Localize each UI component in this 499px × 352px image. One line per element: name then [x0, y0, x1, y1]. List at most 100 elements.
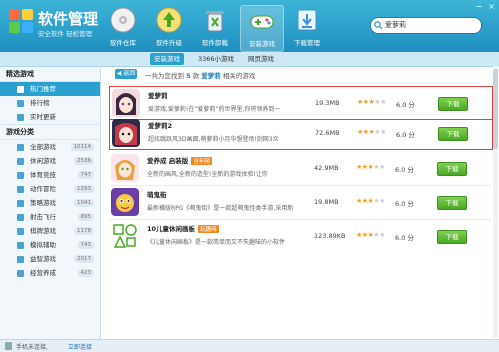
- sidebar-item-simulation[interactable]: 模拟辅助 743: [0, 238, 100, 252]
- app-desc: 《儿童休闲画板》是一款简单而又不失趣味的小软件: [147, 239, 286, 246]
- tab-3366-mini-games[interactable]: 3366小游戏: [194, 53, 238, 65]
- download-button[interactable]: 下载: [438, 127, 468, 141]
- toolbar-software-warehouse[interactable]: 软件仓库: [102, 5, 144, 50]
- toolbar-install-games[interactable]: 安装游戏: [240, 5, 284, 52]
- sidebar-item-puzzle[interactable]: 益智游戏 2017: [0, 252, 100, 266]
- software-uninstall-icon: [206, 11, 224, 32]
- toolbar-label: 下载管理: [294, 39, 320, 47]
- sidebar-item-hot[interactable]: 热门推荐: [0, 82, 100, 96]
- source-tag: 玩趣网: [198, 225, 219, 233]
- count-badge: 423: [77, 269, 94, 277]
- main-panel: ◀ 返回 一共为您找到 5 款 爱萝莉 相关的游戏 爱萝莉 爱游戏,爱萝莉!在“…: [101, 67, 499, 339]
- results-bar: ◀ 返回 一共为您找到 5 款 爱萝莉 相关的游戏: [101, 67, 499, 81]
- toolbar-label: 安装游戏: [249, 40, 275, 48]
- sidebar-item-management[interactable]: 经营养成 423: [0, 266, 100, 280]
- toolbar-download-manager[interactable]: 下载管理: [286, 5, 328, 50]
- sidebar-item-updates[interactable]: 实时更新: [0, 110, 100, 124]
- sidebar: 精选游戏 热门推荐 排行榜 实时更新 游戏分类 全部游戏 10114 休闲游戏 25…: [0, 67, 101, 339]
- install-games-icon: [250, 15, 274, 29]
- app-size: 19.8MB: [314, 198, 339, 206]
- download-button[interactable]: 下载: [437, 162, 467, 176]
- title-bar: 软件管理 安全软件 轻松管理 软件仓库 软件升级 软件卸载 安装游戏 下载管理 …: [0, 0, 499, 52]
- toolbar-label: 软件卸载: [202, 39, 228, 47]
- star-rating: ★★★★★: [356, 163, 385, 171]
- toolbar-label: 软件升级: [156, 39, 182, 47]
- category-icon: [17, 242, 24, 249]
- app-size: 123.89KB: [314, 232, 346, 240]
- sidebar-item-ranking[interactable]: 排行榜: [0, 96, 100, 110]
- category-icon: [17, 256, 24, 263]
- sidebar-item-all[interactable]: 全部游戏 10114: [0, 140, 100, 154]
- search-input[interactable]: [385, 19, 473, 31]
- sidebar-item-sports[interactable]: 体育竞技 747: [0, 168, 100, 182]
- source-tag: 当年网: [191, 157, 212, 165]
- sidebar-section-featured: 精选游戏: [0, 67, 100, 82]
- count-badge: 2017: [74, 255, 94, 263]
- count-badge: 895: [77, 213, 94, 221]
- download-button[interactable]: 下载: [437, 230, 467, 244]
- count-badge: 747: [77, 171, 94, 179]
- result-summary: 一共为您找到 5 款 爱萝莉 相关的游戏: [145, 72, 256, 80]
- app-size: 72.6MB: [315, 129, 340, 137]
- toolbar-software-uninstall[interactable]: 软件卸载: [194, 5, 236, 50]
- sidebar-item-shooting[interactable]: 射击飞行 895: [0, 210, 100, 224]
- sidebar-item-strategy[interactable]: 策略游戏 1041: [0, 196, 100, 210]
- app-row[interactable]: 10儿童休闲画板 玩趣网 《儿童休闲画板》是一款简单而又不失趣味的小软件 123.…: [109, 220, 491, 252]
- toolbar-label: 软件仓库: [110, 39, 136, 47]
- star-rating: ★★★★★: [356, 231, 385, 239]
- app-icon-aiyangcheng: [111, 154, 139, 182]
- app-row[interactable]: 爱养成 启装版 当年网 全新的画风,全新的造型!全新的游戏体验!让你 42.9MB…: [109, 152, 491, 184]
- trophy-icon: [17, 100, 24, 107]
- app-name[interactable]: 爱养成 启装版 当年网: [147, 155, 212, 165]
- minimize-icon[interactable]: −: [476, 2, 483, 11]
- app-name[interactable]: 爱萝莉2: [148, 120, 172, 130]
- app-score: 6.0 分: [395, 234, 414, 242]
- tab-web-games[interactable]: 网页游戏: [244, 53, 278, 65]
- app-desc: 超炫跳跃风3D画面,萌萝莉小月华想登场!剑网3众: [148, 136, 279, 143]
- app-row[interactable]: 爱萝莉2 超炫跳跃风3D画面,萌萝莉小月华想登场!剑网3众 72.6MB ★★★…: [109, 117, 493, 150]
- window-controls: − ×: [470, 2, 495, 11]
- app-name[interactable]: 爱萝莉: [148, 90, 168, 100]
- sidebar-item-board[interactable]: 棋牌游戏 1178: [0, 224, 100, 238]
- fire-icon: [17, 86, 24, 93]
- app-row[interactable]: 萌鬼街 最新横版RPG《萌鬼街》是一款超萌鬼怪类手游,采用新 19.8MB ★★…: [109, 186, 491, 218]
- download-button[interactable]: 下载: [437, 196, 467, 210]
- star-rating: ★★★★★: [356, 197, 385, 205]
- back-button[interactable]: ◀ 返回: [115, 69, 137, 79]
- category-icon: [17, 200, 24, 207]
- sidebar-section-categories: 游戏分类: [0, 124, 100, 140]
- app-icon-drawing-board: [111, 222, 139, 250]
- sidebar-item-casual[interactable]: 休闲游戏 2536: [0, 154, 100, 168]
- connect-link[interactable]: 立即连接: [68, 342, 92, 351]
- app-title: 软件管理: [38, 11, 99, 28]
- app-size: 19.3MB: [315, 99, 340, 107]
- count-badge: 1178: [74, 227, 94, 235]
- count-badge: 743: [77, 241, 94, 249]
- search-icon[interactable]: [374, 21, 383, 30]
- category-icon: [17, 186, 24, 193]
- subtab-bar: 安装游戏 3366小游戏 网页游戏: [0, 52, 499, 67]
- count-badge: 2536: [74, 157, 94, 165]
- sidebar-item-action[interactable]: 动作冒险 1293: [0, 182, 100, 196]
- clock-icon: [17, 114, 24, 121]
- close-icon[interactable]: ×: [488, 2, 495, 11]
- app-size: 42.9MB: [314, 164, 339, 172]
- status-text: 手机未连接,: [16, 344, 48, 351]
- count-badge: 1293: [74, 185, 94, 193]
- scrollbar[interactable]: [493, 66, 498, 338]
- app-desc: 全新的画风,全新的造型!全新的游戏体验!让你: [147, 171, 268, 178]
- phone-icon: [5, 342, 12, 350]
- app-score: 6.0 分: [395, 200, 414, 208]
- app-desc: 爱游戏,爱萝莉!在“爱萝莉”的世界里,你将领养到一: [148, 106, 281, 113]
- count-badge: 10114: [70, 143, 94, 151]
- scroll-thumb[interactable]: [493, 69, 498, 149]
- toolbar-software-upgrade[interactable]: 软件升级: [148, 5, 190, 50]
- app-name[interactable]: 萌鬼街: [147, 189, 167, 199]
- app-icon-menggui: [111, 188, 139, 216]
- app-row[interactable]: 爱萝莉 爱游戏,爱萝莉!在“爱萝莉”的世界里,你将领养到一 19.3MB ★★★…: [109, 86, 493, 120]
- download-button[interactable]: 下载: [438, 97, 468, 111]
- tab-install-games[interactable]: 安装游戏: [150, 53, 184, 65]
- app-logo-icon: [9, 9, 33, 33]
- search-box[interactable]: [370, 17, 482, 34]
- app-name[interactable]: 10儿童休闲画板 玩趣网: [147, 223, 219, 233]
